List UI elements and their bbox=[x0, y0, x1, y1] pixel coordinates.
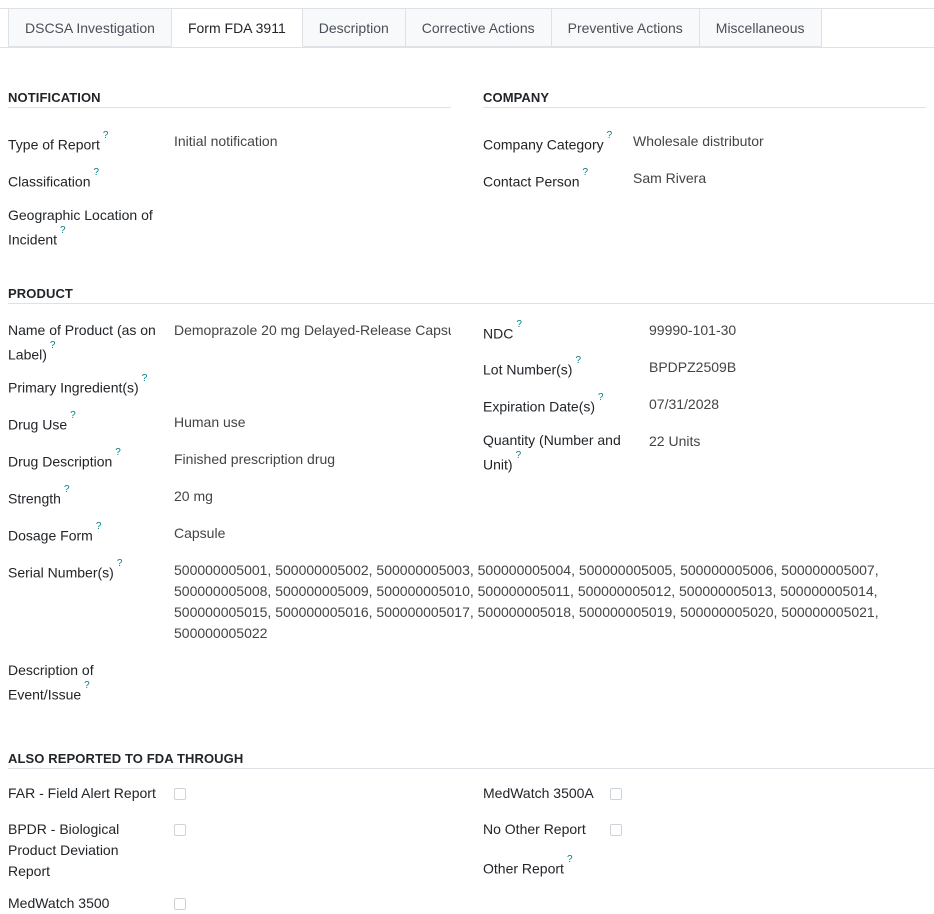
bpdr-checkbox[interactable] bbox=[174, 824, 186, 836]
company-category-value[interactable]: Wholesale distributor bbox=[633, 131, 764, 152]
product-name-label: Name of Product (as on Label)? bbox=[8, 322, 156, 363]
strength-value[interactable]: 20 mg bbox=[174, 486, 213, 507]
medwatch-3500a-checkbox[interactable] bbox=[610, 788, 622, 800]
also-reported-separator bbox=[8, 768, 934, 769]
help-icon[interactable]: ? bbox=[607, 130, 613, 141]
ndc-label: NDC? bbox=[483, 319, 522, 342]
lot-numbers-value[interactable]: BPDPZ2509B bbox=[649, 357, 736, 378]
tab-miscellaneous[interactable]: Miscellaneous bbox=[698, 9, 822, 47]
serial-line: 500000005001, 500000005002, 500000005003… bbox=[174, 562, 879, 578]
expiration-dates-label: Expiration Date(s)? bbox=[483, 392, 604, 415]
help-icon[interactable]: ? bbox=[575, 355, 581, 366]
strength-label: Strength? bbox=[8, 484, 70, 507]
dosage-form-label: Dosage Form? bbox=[8, 521, 102, 544]
tab-preventive-actions[interactable]: Preventive Actions bbox=[550, 9, 700, 47]
help-icon[interactable]: ? bbox=[103, 130, 109, 141]
drug-use-value[interactable]: Human use bbox=[174, 412, 246, 433]
product-separator bbox=[8, 303, 934, 304]
tab-dscsa-investigation[interactable]: DSCSA Investigation bbox=[8, 9, 172, 47]
help-icon[interactable]: ? bbox=[64, 484, 70, 495]
medwatch-3500a-label: MedWatch 3500A bbox=[483, 785, 594, 801]
serial-line: 500000005022 bbox=[174, 625, 268, 641]
classification-label: Classification? bbox=[8, 167, 100, 190]
quantity-label: Quantity (Number and Unit)? bbox=[483, 432, 621, 473]
serial-line: 500000005015, 500000005016, 500000005017… bbox=[174, 604, 879, 620]
notification-separator bbox=[8, 107, 451, 108]
help-icon[interactable]: ? bbox=[115, 447, 121, 458]
geographic-location-label: Geographic Location of Incident? bbox=[8, 207, 153, 248]
help-icon[interactable]: ? bbox=[516, 319, 522, 330]
primary-ingredient-label: Primary Ingredient(s)? bbox=[8, 373, 148, 396]
help-icon[interactable]: ? bbox=[567, 854, 573, 865]
help-icon[interactable]: ? bbox=[84, 680, 90, 691]
drug-use-label: Drug Use? bbox=[8, 410, 76, 433]
tab-form-fda-3911[interactable]: Form FDA 3911 bbox=[170, 8, 303, 47]
ndc-value[interactable]: 99990-101-30 bbox=[649, 320, 736, 341]
serial-line: 500000005008, 500000005009, 500000005010… bbox=[174, 583, 878, 599]
lot-numbers-label: Lot Number(s)? bbox=[483, 355, 582, 378]
drug-description-label: Drug Description? bbox=[8, 447, 121, 470]
notification-section-title: NOTIFICATION bbox=[8, 90, 101, 105]
serial-numbers-value[interactable]: 500000005001, 500000005002, 500000005003… bbox=[174, 560, 934, 644]
serial-numbers-label: Serial Number(s)? bbox=[8, 558, 123, 581]
dosage-form-value[interactable]: Capsule bbox=[174, 523, 225, 544]
expiration-dates-value[interactable]: 07/31/2028 bbox=[649, 394, 719, 415]
help-icon[interactable]: ? bbox=[516, 450, 522, 461]
tab-description[interactable]: Description bbox=[301, 9, 406, 47]
tab-corrective-actions[interactable]: Corrective Actions bbox=[404, 9, 552, 47]
contact-person-value[interactable]: Sam Rivera bbox=[633, 168, 706, 189]
tabs-bottom-border bbox=[0, 47, 934, 48]
tab-bar: DSCSA Investigation Form FDA 3911 Descri… bbox=[8, 8, 822, 47]
medwatch-3500-checkbox[interactable] bbox=[174, 898, 186, 910]
help-icon[interactable]: ? bbox=[117, 558, 123, 569]
help-icon[interactable]: ? bbox=[50, 340, 56, 351]
other-report-label: Other Report? bbox=[483, 854, 573, 877]
far-label: FAR - Field Alert Report bbox=[8, 785, 156, 801]
help-icon[interactable]: ? bbox=[598, 392, 604, 403]
type-of-report-label: Type of Report? bbox=[8, 130, 109, 153]
event-description-label: Description of Event/Issue? bbox=[8, 662, 94, 703]
far-checkbox[interactable] bbox=[174, 788, 186, 800]
product-section-title: PRODUCT bbox=[8, 286, 73, 301]
help-icon[interactable]: ? bbox=[60, 225, 66, 236]
quantity-value[interactable]: 22 Units bbox=[649, 431, 700, 452]
help-icon[interactable]: ? bbox=[70, 410, 76, 421]
also-reported-section-title: ALSO REPORTED TO FDA THROUGH bbox=[8, 751, 244, 766]
company-separator bbox=[483, 107, 926, 108]
company-section-title: COMPANY bbox=[483, 90, 550, 105]
no-other-report-checkbox[interactable] bbox=[610, 824, 622, 836]
help-icon[interactable]: ? bbox=[142, 373, 148, 384]
help-icon[interactable]: ? bbox=[583, 167, 589, 178]
bpdr-label: BPDR - Biological Product Deviation Report bbox=[8, 821, 120, 879]
type-of-report-value[interactable]: Initial notification bbox=[174, 131, 278, 152]
contact-person-label: Contact Person? bbox=[483, 167, 589, 190]
drug-description-value[interactable]: Finished prescription drug bbox=[174, 449, 335, 470]
product-name-value[interactable]: Demoprazole 20 mg Delayed-Release Capsul… bbox=[174, 320, 451, 341]
company-category-label: Company Category? bbox=[483, 130, 613, 153]
no-other-report-label: No Other Report bbox=[483, 821, 586, 837]
help-icon[interactable]: ? bbox=[96, 521, 102, 532]
help-icon[interactable]: ? bbox=[93, 167, 99, 178]
